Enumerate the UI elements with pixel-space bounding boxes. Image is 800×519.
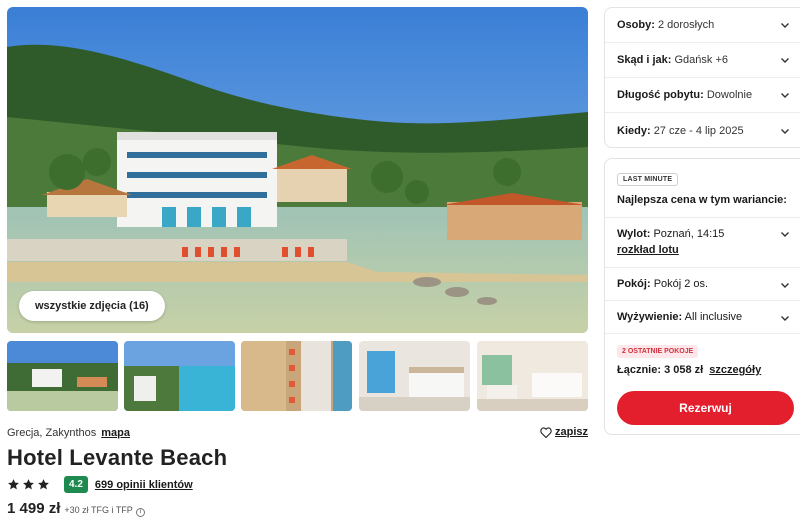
last-minute-badge: LAST MINUTE xyxy=(617,173,679,186)
offer-options: Wylot: Poznań, 14:15 rozkład lotu Pokój:… xyxy=(605,217,800,334)
chevron-down-icon xyxy=(781,282,789,288)
room-value: Pokój 2 os. xyxy=(653,278,709,290)
price-value: 1 499 zł xyxy=(7,500,61,517)
rooms-left-badge: 2 OSTATNIE POKOJE xyxy=(617,345,699,358)
dates-value: 27 cze - 4 lip 2025 xyxy=(653,124,744,137)
price-row: 1 499 zł +30 zł TFG i TFP i xyxy=(7,500,145,517)
chevron-down-icon xyxy=(781,23,789,28)
room-selector[interactable]: Pokój: Pokój 2 os. xyxy=(605,268,800,301)
details-link[interactable]: szczegóły xyxy=(709,364,761,376)
room-label: Pokój: xyxy=(617,278,651,290)
chevron-down-icon xyxy=(781,315,789,321)
offer-panel: LAST MINUTE Najlepsza cena w tym warianc… xyxy=(604,158,800,435)
flight-value: Poznań, 14:15 xyxy=(653,228,725,240)
dates-selector[interactable]: Kiedy: 27 cze - 4 lip 2025 xyxy=(605,113,800,148)
chevron-down-icon xyxy=(781,232,789,237)
board-selector[interactable]: Wyżywienie: All inclusive xyxy=(605,301,800,334)
duration-label: Długość pobytu: xyxy=(617,89,704,101)
reviews-link[interactable]: 699 opinii klientów xyxy=(95,479,193,491)
thumbnail-coast-view[interactable] xyxy=(124,341,235,411)
rating-row: 4.2 699 opinii klientów xyxy=(7,476,193,493)
duration-value: Dowolnie xyxy=(706,89,753,101)
thumbnail-pool-aerial[interactable] xyxy=(241,341,352,411)
save-button[interactable]: zapisz xyxy=(540,426,588,438)
info-icon[interactable]: i xyxy=(135,508,145,517)
star-icon xyxy=(38,479,49,490)
board-label: Wyżywienie: xyxy=(617,311,683,323)
book-button[interactable]: Rezerwuj xyxy=(617,391,794,425)
board-value: All inclusive xyxy=(684,311,743,323)
heart-icon xyxy=(540,426,552,438)
save-label: zapisz xyxy=(554,426,588,438)
departure-selector[interactable]: Skąd i jak: Gdańsk +6 xyxy=(605,43,800,78)
guests-value: 2 dorosłych xyxy=(657,19,715,31)
main-hotel-photo[interactable]: wszystkie zdjęcia (16) xyxy=(7,7,588,333)
chevron-down-icon xyxy=(781,128,789,134)
thumbnail-bedroom-twin[interactable] xyxy=(477,341,588,411)
hotel-location: Grecja, Zakynthos mapa xyxy=(7,427,130,439)
departure-value: Gdańsk +6 xyxy=(674,54,728,66)
star-icon xyxy=(8,479,19,490)
total-text: Łącznie: 3 058 zł xyxy=(617,364,704,376)
departure-label: Skąd i jak: xyxy=(617,54,672,66)
rating-score-badge: 4.2 xyxy=(64,476,88,493)
flight-selector[interactable]: Wylot: Poznań, 14:15 rozkład lotu xyxy=(605,218,800,268)
guests-label: Osoby: xyxy=(617,19,655,31)
duration-selector[interactable]: Długość pobytu: Dowolnie xyxy=(605,78,800,113)
thumbnail-resort-aerial[interactable] xyxy=(7,341,118,411)
hotel-name: Hotel Levante Beach xyxy=(7,445,228,470)
flight-schedule-link[interactable]: rozkład lotu xyxy=(617,244,724,256)
star-icon xyxy=(23,479,34,490)
flight-label: Wylot: xyxy=(617,228,651,240)
all-photos-button[interactable]: wszystkie zdjęcia (16) xyxy=(19,291,165,321)
chevron-down-icon xyxy=(781,58,789,63)
total-price: Łącznie: 3 058 zł szczegóły xyxy=(617,364,761,376)
guests-selector[interactable]: Osoby: 2 dorosłych xyxy=(605,8,800,43)
price-extra-fees: +30 zł TFG i TFP xyxy=(64,505,133,515)
search-parameters-panel: Osoby: 2 dorosłych Skąd i jak: Gdańsk +6… xyxy=(604,7,800,148)
map-link[interactable]: mapa xyxy=(101,427,130,439)
thumbnail-bedroom-sea-view[interactable] xyxy=(359,341,470,411)
thumbnail-strip xyxy=(7,341,588,411)
dates-label: Kiedy: xyxy=(617,124,651,137)
hotel-stars xyxy=(7,478,50,491)
best-price-heading: Najlepsza cena w tym wariancie: xyxy=(617,194,787,206)
location-text: Grecja, Zakynthos xyxy=(7,427,97,439)
chevron-down-icon xyxy=(781,93,789,98)
